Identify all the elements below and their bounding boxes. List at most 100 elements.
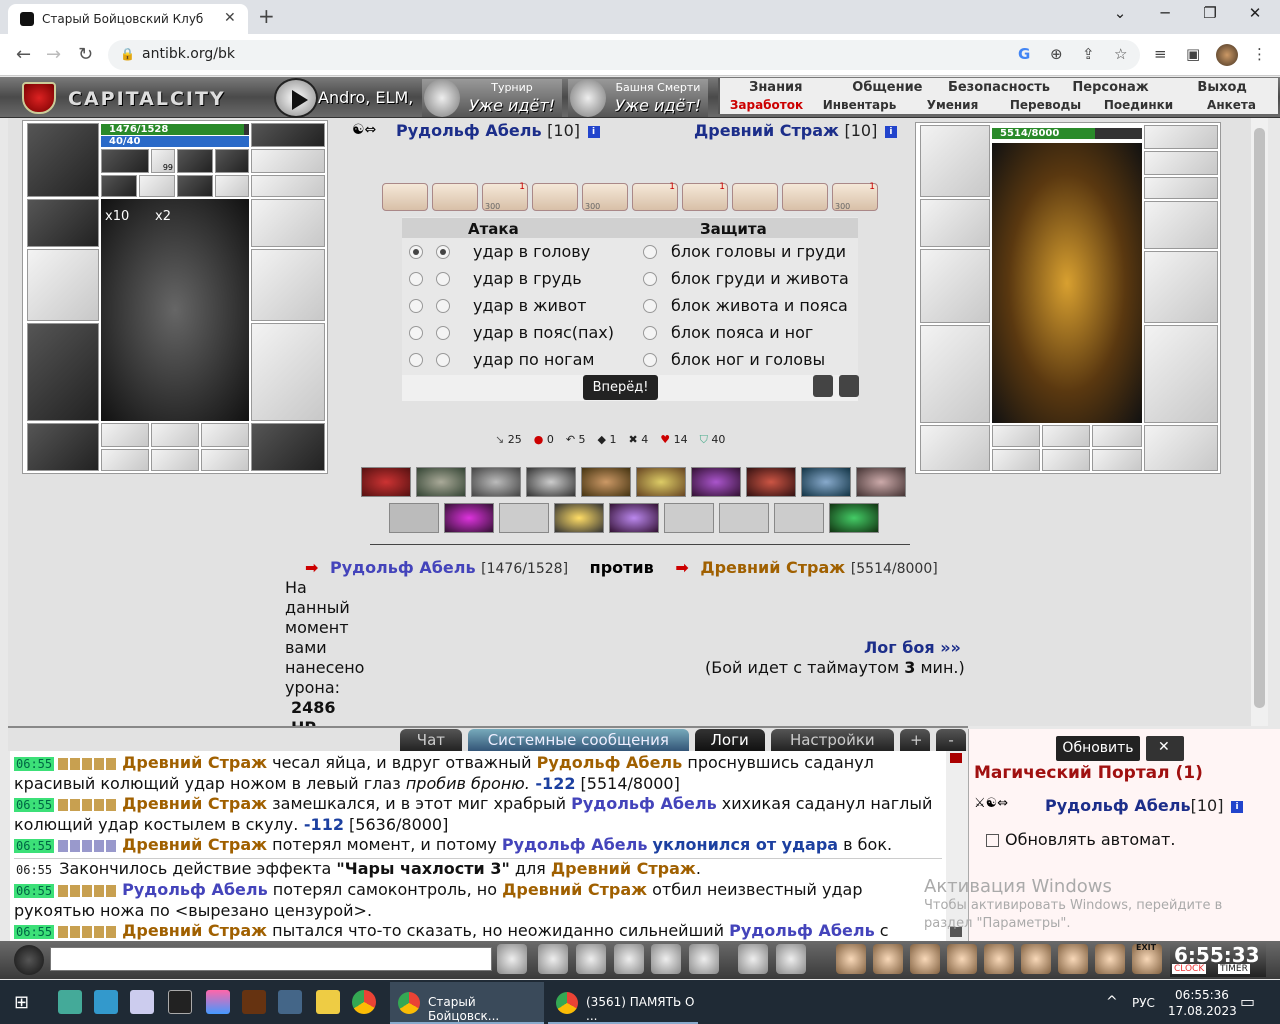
death-tower-event[interactable]: Башня Смерти Уже идёт! bbox=[568, 79, 708, 117]
tab-system-messages[interactable]: Системные сообщения bbox=[467, 729, 689, 751]
window-maximize-icon[interactable]: ❐ bbox=[1190, 4, 1230, 22]
online-user-info-icon[interactable]: i bbox=[1231, 800, 1244, 813]
menu-profile[interactable]: Анкета bbox=[1185, 98, 1278, 112]
chat-scroll-up-icon[interactable] bbox=[950, 753, 962, 763]
menu-duels[interactable]: Поединки bbox=[1092, 98, 1185, 112]
ring-slot-4[interactable] bbox=[215, 149, 249, 173]
block5-radio[interactable] bbox=[643, 353, 657, 367]
tab-chat[interactable]: Чат bbox=[400, 729, 462, 751]
taskbar-app-icon-6[interactable] bbox=[242, 990, 266, 1014]
forward-button[interactable]: Вперёд! bbox=[583, 375, 658, 400]
skill-15[interactable] bbox=[609, 503, 659, 533]
skill-19[interactable] bbox=[829, 503, 879, 533]
block4-radio[interactable] bbox=[643, 326, 657, 340]
enemy-helmet-slot[interactable] bbox=[920, 125, 990, 197]
chat-timestamp[interactable]: 06:55 bbox=[14, 798, 55, 812]
enemy-shield-slot[interactable] bbox=[1144, 251, 1218, 323]
taskbar-app-icon-2[interactable] bbox=[94, 990, 118, 1014]
scroll-slot-1[interactable] bbox=[382, 183, 428, 211]
battle-log-link[interactable]: Лог боя »» bbox=[864, 638, 961, 657]
tray-date[interactable]: 17.08.2023 bbox=[1168, 1004, 1237, 1018]
taskbar-app-icon-4[interactable] bbox=[168, 990, 192, 1014]
chrome-icon[interactable] bbox=[352, 990, 376, 1014]
attack3-radio-a[interactable] bbox=[409, 299, 423, 313]
boots-slot[interactable] bbox=[251, 423, 325, 471]
address-bar[interactable]: 🔒 antibk.org/bk bbox=[108, 40, 1140, 70]
chat-timestamp[interactable]: 06:55 bbox=[14, 884, 55, 898]
skill-14[interactable] bbox=[554, 503, 604, 533]
profile-avatar[interactable] bbox=[1216, 44, 1238, 66]
tab-logs[interactable]: Логи bbox=[694, 729, 765, 751]
translit-icon[interactable] bbox=[651, 944, 681, 974]
enemy-name-header[interactable]: Древний Страж [10] i bbox=[694, 121, 897, 140]
smiley-menu-icon[interactable] bbox=[14, 945, 44, 975]
chat-input[interactable] bbox=[50, 947, 492, 971]
chat-name[interactable]: Рудольф Абель bbox=[571, 794, 717, 813]
enemy-info-icon[interactable]: i bbox=[884, 125, 897, 138]
scroll-slot-7[interactable]: 1 bbox=[682, 182, 728, 211]
enemy-belt-slot[interactable] bbox=[920, 425, 990, 471]
close-tab-icon[interactable]: ✕ bbox=[224, 10, 236, 26]
legs-slot[interactable] bbox=[251, 323, 325, 421]
chat-timestamp[interactable]: 06:55 bbox=[14, 839, 55, 853]
folder-icon[interactable] bbox=[316, 990, 340, 1014]
taskbar-chrome-window-1[interactable]: Старый Бойцовск... bbox=[390, 982, 544, 1024]
bug-icon[interactable] bbox=[1095, 944, 1125, 974]
menu-communication[interactable]: Общение bbox=[832, 80, 944, 95]
chat-timestamp[interactable]: 06:55 bbox=[14, 925, 55, 939]
enemy-boots-slot[interactable] bbox=[1144, 425, 1218, 471]
enemy-avatar[interactable] bbox=[992, 143, 1142, 423]
flag-icon[interactable] bbox=[1058, 944, 1088, 974]
reload-icon[interactable]: ↻ bbox=[78, 44, 93, 65]
reading-list-icon[interactable]: ≡ bbox=[1154, 45, 1167, 63]
forward-icon[interactable]: → bbox=[46, 44, 61, 65]
window-close-icon[interactable]: ✕ bbox=[1235, 4, 1275, 22]
attack-legs-label[interactable]: удар по ногам bbox=[473, 350, 594, 369]
block3-radio[interactable] bbox=[643, 299, 657, 313]
ring-slot-1[interactable] bbox=[101, 149, 149, 173]
skill-16[interactable] bbox=[664, 503, 714, 533]
scroll-thumb[interactable] bbox=[1254, 128, 1265, 708]
menu-skills[interactable]: Умения bbox=[906, 98, 999, 112]
bag-slot-1[interactable] bbox=[101, 423, 149, 447]
necklace-slot[interactable] bbox=[251, 149, 325, 173]
refresh-fight-icon[interactable] bbox=[839, 375, 859, 397]
back-icon[interactable]: ← bbox=[16, 44, 31, 65]
bracers-slot[interactable] bbox=[27, 199, 99, 247]
skill-11[interactable] bbox=[389, 503, 439, 533]
ring-slot-row[interactable] bbox=[251, 175, 325, 197]
scroll-slot-8[interactable] bbox=[732, 183, 778, 211]
skill-18[interactable] bbox=[774, 503, 824, 533]
amulet-slot-4[interactable] bbox=[215, 175, 249, 197]
gloves-slot[interactable] bbox=[251, 199, 325, 247]
scroll-slot-9[interactable] bbox=[782, 183, 828, 211]
scroll-slot-5[interactable]: 300 bbox=[582, 183, 628, 211]
attack2-radio-b[interactable] bbox=[436, 272, 450, 286]
enemy-name[interactable]: Древний Страж bbox=[694, 121, 839, 140]
eraser-icon[interactable] bbox=[538, 944, 568, 974]
timer-mode[interactable]: TIMER bbox=[1218, 964, 1250, 974]
auto-refresh-checkbox[interactable]: Обновлять автомат. bbox=[986, 830, 1175, 849]
chat-name[interactable]: Древний Страж bbox=[122, 753, 267, 772]
attack1-radio-b[interactable] bbox=[436, 245, 450, 259]
chat-name[interactable]: Рудольф Абель bbox=[537, 753, 683, 772]
tab-settings[interactable]: Настройки bbox=[770, 729, 895, 751]
attack1-radio-a[interactable] bbox=[409, 245, 423, 259]
helmet-slot[interactable] bbox=[27, 123, 99, 197]
attack4-radio-a[interactable] bbox=[409, 326, 423, 340]
notification-icon[interactable]: ▭ bbox=[1240, 992, 1255, 1011]
enemy-earring-slot[interactable] bbox=[1144, 125, 1218, 149]
skill-13[interactable] bbox=[499, 503, 549, 533]
skill-6[interactable] bbox=[636, 467, 686, 497]
menu-transfers[interactable]: Переводы bbox=[999, 98, 1092, 112]
windows-start-icon[interactable]: ⊞ bbox=[14, 992, 29, 1013]
chat-name[interactable]: Древний Страж bbox=[551, 859, 696, 878]
browser-menu-icon[interactable]: ⋮ bbox=[1252, 45, 1267, 63]
scroll-icon[interactable] bbox=[873, 944, 903, 974]
window-minimize-icon[interactable]: ─ bbox=[1145, 4, 1185, 22]
helmet-icon[interactable] bbox=[776, 944, 806, 974]
enemy-necklace-slot[interactable] bbox=[1144, 151, 1218, 175]
block1-radio[interactable] bbox=[643, 245, 657, 259]
scroll-slot-3[interactable]: 1 300 bbox=[482, 182, 528, 211]
skill-2[interactable] bbox=[416, 467, 466, 497]
